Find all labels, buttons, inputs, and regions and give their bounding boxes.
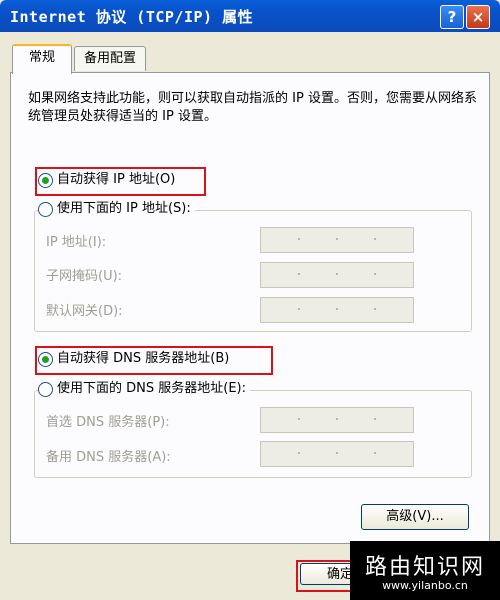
radio-auto-ip-label: 自动获得 IP 地址(O) — [57, 172, 176, 187]
watermark: 路由知识网 www.yilanbo.cn — [350, 541, 500, 600]
radio-auto-dns-indicator[interactable] — [38, 351, 53, 367]
alternate-dns-label: 备用 DNS 服务器(A): — [46, 450, 171, 465]
radio-auto-ip[interactable]: 自动获得 IP 地址(O) — [38, 169, 175, 191]
preferred-dns-label: 首选 DNS 服务器(P): — [46, 415, 170, 430]
radio-manual-dns-label: 使用下面的 DNS 服务器地址(E): — [57, 381, 246, 396]
radio-auto-dns-label: 自动获得 DNS 服务器地址(B) — [57, 351, 230, 366]
radio-manual-ip-label: 使用下面的 IP 地址(S): — [57, 201, 191, 216]
window-title: Internet 协议 (TCP/IP) 属性 — [10, 8, 254, 26]
watermark-title: 路由知识网 — [364, 555, 485, 580]
subnet-mask-label: 子网掩码(U): — [46, 269, 123, 284]
radio-manual-ip-indicator[interactable] — [38, 201, 53, 217]
help-button[interactable]: ? — [440, 5, 464, 29]
radio-manual-ip[interactable]: 使用下面的 IP 地址(S): — [38, 198, 195, 220]
ip-address-label: IP 地址(I): — [46, 235, 107, 250]
alternate-dns-field — [260, 441, 414, 467]
watermark-url: www.yilanbo.cn — [382, 579, 468, 592]
radio-manual-dns-indicator[interactable] — [38, 381, 53, 397]
close-button[interactable]: × — [466, 5, 490, 29]
tab-alternate-configuration[interactable]: 备用配置 — [74, 46, 146, 71]
title-bar: Internet 协议 (TCP/IP) 属性 ? × — [0, 0, 500, 32]
default-gateway-field — [260, 297, 414, 323]
subnet-mask-field — [260, 262, 414, 288]
radio-auto-dns[interactable]: 自动获得 DNS 服务器地址(B) — [38, 348, 229, 370]
description-text: 如果网络支持此功能，则可以获取自动指派的 IP 设置。否则，您需要从网络系统管理… — [28, 91, 477, 124]
default-gateway-label: 默认网关(D): — [46, 304, 123, 319]
tab-general[interactable]: 常规 — [12, 44, 72, 74]
radio-auto-ip-indicator[interactable] — [38, 172, 53, 188]
advanced-button[interactable]: 高级(V)... — [361, 504, 469, 530]
radio-manual-dns[interactable]: 使用下面的 DNS 服务器地址(E): — [38, 378, 250, 400]
ip-address-field — [260, 227, 414, 253]
preferred-dns-field — [260, 407, 414, 433]
